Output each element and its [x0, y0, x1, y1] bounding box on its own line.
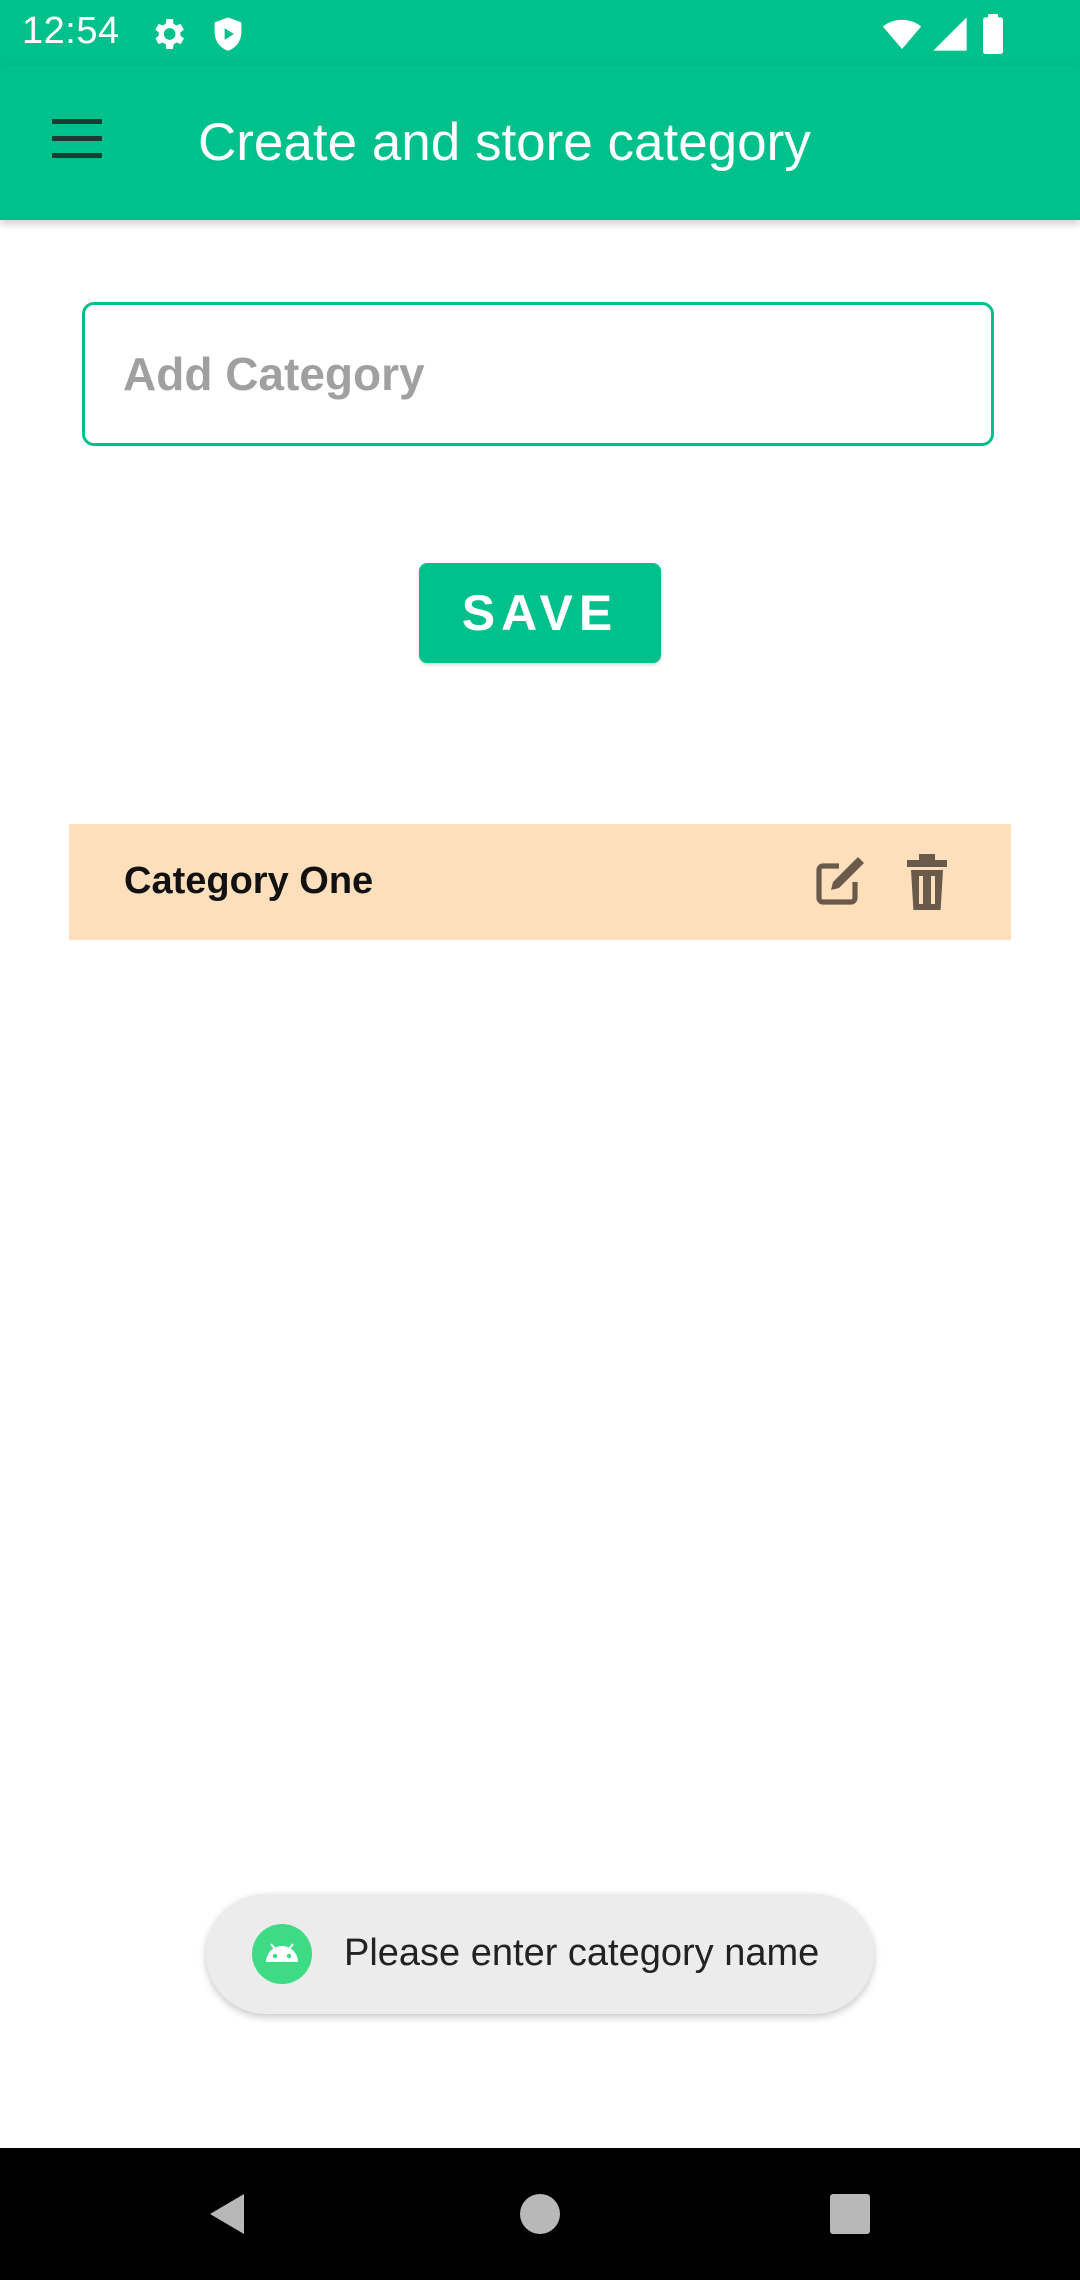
status-time: 12:54	[22, 10, 120, 52]
cell-signal-icon	[933, 17, 967, 51]
android-icon	[252, 1924, 312, 1984]
add-category-input[interactable]	[85, 305, 991, 443]
hamburger-menu-icon[interactable]	[52, 119, 102, 159]
battery-icon	[983, 14, 1003, 54]
toast-message: Please enter category name	[344, 1932, 820, 1974]
category-name: Category One	[124, 860, 374, 902]
home-icon[interactable]	[520, 2194, 560, 2234]
category-input-container	[82, 302, 994, 446]
list-item: Category One	[69, 824, 1011, 940]
app-bar: Create and store category	[0, 66, 1080, 220]
recents-icon[interactable]	[830, 2194, 870, 2234]
delete-icon[interactable]	[907, 854, 947, 910]
edit-icon[interactable]	[811, 854, 867, 910]
category-list: Category One	[69, 824, 1011, 940]
back-icon[interactable]	[204, 2190, 252, 2238]
toast: Please enter category name	[206, 1894, 874, 2014]
page-title: Create and store category	[198, 113, 811, 172]
wifi-icon	[882, 19, 922, 49]
shield-icon	[214, 17, 242, 51]
status-bar: 12:54	[0, 0, 1080, 66]
navigation-bar	[0, 2148, 1080, 2280]
gear-icon	[155, 19, 184, 49]
save-button[interactable]: SAVE	[419, 563, 661, 663]
